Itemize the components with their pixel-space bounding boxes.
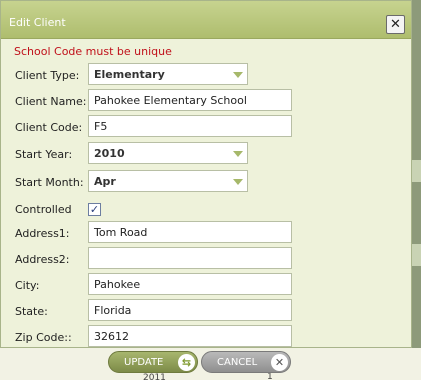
dialog-title: Edit Client xyxy=(9,16,66,29)
chevron-down-icon xyxy=(233,151,243,157)
city-label: City: xyxy=(15,279,40,292)
zip-code-label: Zip Code:: xyxy=(15,331,72,344)
background-num-text: 1 xyxy=(267,372,273,380)
close-button[interactable]: ✕ xyxy=(386,15,405,34)
address1-input[interactable]: Tom Road xyxy=(88,221,292,243)
client-name-label: Client Name: xyxy=(15,95,87,108)
city-input[interactable]: Pahokee xyxy=(88,273,292,295)
row-client-type: Client Type: Elementary xyxy=(1,63,411,89)
state-label: State: xyxy=(15,305,48,318)
controlled-label: Controlled xyxy=(15,203,72,216)
row-client-code: Client Code: F5 xyxy=(1,115,411,141)
update-button[interactable]: UPDATE ⇆ xyxy=(108,351,198,373)
edit-client-dialog: Edit Client ✕ School Code must be unique… xyxy=(0,0,412,348)
cancel-button-label: CANCEL xyxy=(217,357,258,368)
dialog-titlebar[interactable]: Edit Client ✕ xyxy=(1,1,411,39)
start-month-select[interactable]: Apr xyxy=(88,170,248,192)
row-start-year: Start Year: 2010 xyxy=(1,142,411,168)
client-code-label: Client Code: xyxy=(15,121,83,134)
controlled-checkbox[interactable]: ✓ xyxy=(88,203,101,216)
row-address1: Address1: Tom Road xyxy=(1,221,411,247)
start-month-value: Apr xyxy=(94,175,116,188)
background-year-text: 2011 xyxy=(143,373,166,380)
state-input[interactable]: Florida xyxy=(88,299,292,321)
zip-code-input[interactable]: 32612 xyxy=(88,325,292,347)
client-type-label: Client Type: xyxy=(15,69,80,82)
chevron-down-icon xyxy=(233,179,243,185)
client-code-input[interactable]: F5 xyxy=(88,115,292,137)
start-year-select[interactable]: 2010 xyxy=(88,142,248,164)
row-city: City: Pahokee xyxy=(1,273,411,299)
form-area: Client Type: Elementary Client Name: Pah… xyxy=(1,63,411,349)
row-state: State: Florida xyxy=(1,299,411,325)
close-circle-icon: ✕ xyxy=(271,354,288,371)
address2-input[interactable] xyxy=(88,247,292,269)
cancel-button[interactable]: CANCEL ✕ xyxy=(201,351,291,373)
refresh-icon: ⇆ xyxy=(178,354,195,371)
start-month-label: Start Month: xyxy=(15,176,84,189)
error-message: School Code must be unique xyxy=(14,45,172,58)
address2-label: Address2: xyxy=(15,253,70,266)
address1-label: Address1: xyxy=(15,227,70,240)
update-button-label: UPDATE xyxy=(124,357,164,368)
row-client-name: Client Name: Pahokee Elementary School xyxy=(1,89,411,115)
start-year-label: Start Year: xyxy=(15,148,73,161)
client-name-input[interactable]: Pahokee Elementary School xyxy=(88,89,292,111)
chevron-down-icon xyxy=(233,72,243,78)
client-type-select[interactable]: Elementary xyxy=(88,63,248,85)
row-zip-code: Zip Code:: 32612 xyxy=(1,325,411,349)
row-start-month: Start Month: Apr xyxy=(1,170,411,196)
row-address2: Address2: xyxy=(1,247,411,273)
start-year-value: 2010 xyxy=(94,147,125,160)
client-type-value: Elementary xyxy=(94,68,165,81)
